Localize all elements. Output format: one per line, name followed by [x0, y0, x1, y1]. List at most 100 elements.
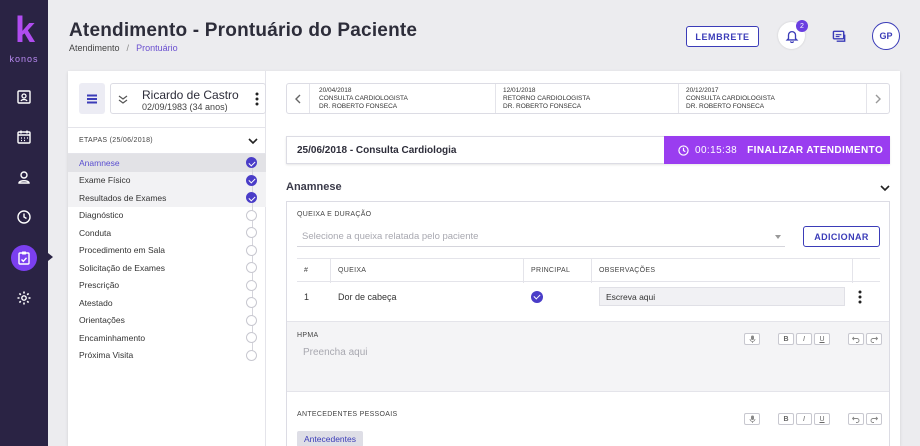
chat-button[interactable] — [830, 27, 848, 45]
menu-button[interactable] — [79, 83, 105, 114]
italic-button[interactable]: I — [796, 413, 812, 425]
step-encaminhamento[interactable]: Encaminhamento — [68, 329, 266, 347]
antecedentes-chip[interactable]: Antecedentes — [297, 431, 363, 446]
nav-settings[interactable] — [0, 283, 48, 313]
entry-doctor: DR. ROBERTO FONSECA — [503, 103, 582, 110]
step-circle-icon — [246, 244, 257, 256]
hpma-placeholder[interactable]: Preencha aqui — [303, 347, 368, 358]
nav-clock[interactable] — [0, 202, 48, 232]
step-proxima-visita[interactable]: Próxima Visita — [68, 347, 266, 365]
step-label: Diagnóstico — [79, 210, 124, 221]
sidebar: k konos — [0, 0, 48, 446]
microphone-icon — [749, 415, 755, 423]
step-label: Atestado — [79, 297, 113, 308]
nav-id-card[interactable] — [0, 82, 48, 112]
breadcrumb-prontuario[interactable]: Prontuário — [136, 43, 178, 53]
current-consult-bar: 25/06/2018 - Consulta Cardiologia 00:15:… — [286, 136, 890, 164]
step-label: Prescrição — [79, 280, 120, 291]
underline-button[interactable]: U — [814, 333, 830, 345]
redo-button[interactable] — [866, 333, 882, 345]
bold-button[interactable]: B — [778, 333, 794, 345]
breadcrumb: Atendimento / Prontuário — [69, 43, 178, 53]
step-label: Encaminhamento — [79, 332, 146, 343]
breadcrumb-atendimento[interactable]: Atendimento — [69, 43, 120, 53]
step-atestado[interactable]: Atestado — [68, 294, 266, 312]
entry-doctor: DR. ROBERTO FONSECA — [319, 103, 398, 110]
principal-check-icon[interactable] — [531, 291, 543, 303]
add-queixa-button[interactable]: ADICIONAR — [803, 226, 880, 247]
step-prescricao[interactable]: Prescrição — [68, 277, 266, 295]
entry-date: 20/04/2018 — [319, 87, 352, 94]
notifications-button[interactable]: 2 — [778, 20, 808, 49]
undo-button[interactable] — [848, 333, 864, 345]
konos-logo[interactable]: k konos — [0, 8, 48, 64]
hamburger-icon — [87, 94, 97, 103]
record-card: Ricardo de Castro 02/09/1983 (34 anos) E… — [68, 71, 900, 446]
finalize-label: FINALIZAR ATENDIMENTO — [747, 144, 884, 156]
nav-user[interactable] — [0, 162, 48, 192]
chevron-down-icon[interactable] — [880, 184, 890, 192]
microphone-icon — [749, 335, 755, 343]
anamnese-panel: QUEIXA E DURAÇÃO Selecione a queixa rela… — [286, 201, 890, 446]
step-label: Exame Físico — [79, 175, 131, 186]
nav-calendar[interactable] — [0, 122, 48, 152]
timeline-entry[interactable]: 20/12/2017 CONSULTA CARDIOLOGISTA DR. ROBE… — [686, 87, 775, 111]
underline-button[interactable]: U — [814, 413, 830, 425]
redo-button[interactable] — [866, 413, 882, 425]
queixa-select[interactable]: Selecione a queixa relatada pelo pacient… — [297, 227, 785, 247]
step-orientacoes[interactable]: Orientações — [68, 312, 266, 330]
step-diagnostico[interactable]: Diagnóstico — [68, 207, 266, 225]
timeline-next-button[interactable] — [867, 84, 889, 113]
row-queixa: Dor de cabeça — [338, 292, 397, 302]
chevron-left-icon — [295, 94, 301, 103]
hpma-label: HPMA — [297, 332, 319, 339]
undo-button[interactable] — [848, 413, 864, 425]
observacoes-input[interactable]: Escreva aqui — [599, 287, 845, 306]
step-label: Solicitação de Exames — [79, 262, 165, 273]
italic-button[interactable]: I — [796, 333, 812, 345]
table-row: 1 Dor de cabeça Escreva aqui — [297, 282, 880, 315]
steps-list: Anamnese Exame Físico Resultados de Exam… — [68, 154, 266, 364]
hpma-section: HPMA B I U Preencha aqui — [287, 321, 889, 392]
step-procedimento-sala[interactable]: Procedimento em Sala — [68, 242, 266, 260]
step-anamnese[interactable]: Anamnese — [68, 154, 266, 172]
timeline-divider — [678, 84, 679, 113]
timeline-entry[interactable]: 12/01/2018 RETORNO CARDIOLOGISTA DR. ROBER… — [503, 87, 590, 111]
step-resultados-exames[interactable]: Resultados de Exames — [68, 189, 266, 207]
chevron-down-icon — [248, 138, 258, 145]
etapas-header[interactable]: ETAPAS (25/06/2018) — [68, 127, 266, 154]
timeline-divider — [495, 84, 496, 113]
microphone-button[interactable] — [744, 333, 760, 345]
finalize-consult-button[interactable]: 00:15:38 FINALIZAR ATENDIMENTO — [664, 136, 890, 164]
step-circle-icon — [246, 279, 257, 291]
user-avatar[interactable]: GP — [872, 22, 900, 50]
patient-selector[interactable]: Ricardo de Castro 02/09/1983 (34 anos) — [110, 83, 266, 114]
redo-icon — [870, 416, 878, 423]
notification-count-badge: 2 — [796, 20, 808, 32]
undo-icon — [852, 336, 860, 343]
timeline-divider — [309, 84, 310, 113]
reminder-button[interactable]: LEMBRETE — [686, 26, 759, 47]
antecedentes-toolbar: B I U — [744, 413, 882, 425]
col-header-queixa: QUEIXA — [338, 267, 367, 274]
caret-down-icon — [775, 235, 781, 239]
step-conduta[interactable]: Conduta — [68, 224, 266, 242]
timeline-entry[interactable]: 20/04/2018 CONSULTA CARDIOLOGISTA DR. ROBE… — [319, 87, 408, 111]
section-title-anamnese: Anamnese — [286, 181, 342, 193]
kebab-menu-icon[interactable] — [858, 290, 862, 304]
step-solicitacao-exames[interactable]: Solicitação de Exames — [68, 259, 266, 277]
kebab-menu-icon[interactable] — [255, 92, 259, 106]
step-label: Conduta — [79, 227, 112, 238]
bold-button[interactable]: B — [778, 413, 794, 425]
step-circle-icon — [246, 314, 257, 326]
timeline-prev-button[interactable] — [287, 84, 309, 113]
step-label: Procedimento em Sala — [79, 245, 165, 256]
nav-clipboard[interactable] — [0, 243, 48, 273]
undo-icon — [852, 416, 860, 423]
user-icon — [18, 171, 30, 184]
microphone-button[interactable] — [744, 413, 760, 425]
chevron-down-double-icon — [118, 95, 128, 104]
current-consult-title: 25/06/2018 - Consulta Cardiologia — [297, 145, 457, 156]
step-label: Resultados de Exames — [79, 192, 167, 203]
step-exame-fisico[interactable]: Exame Físico — [68, 171, 266, 189]
